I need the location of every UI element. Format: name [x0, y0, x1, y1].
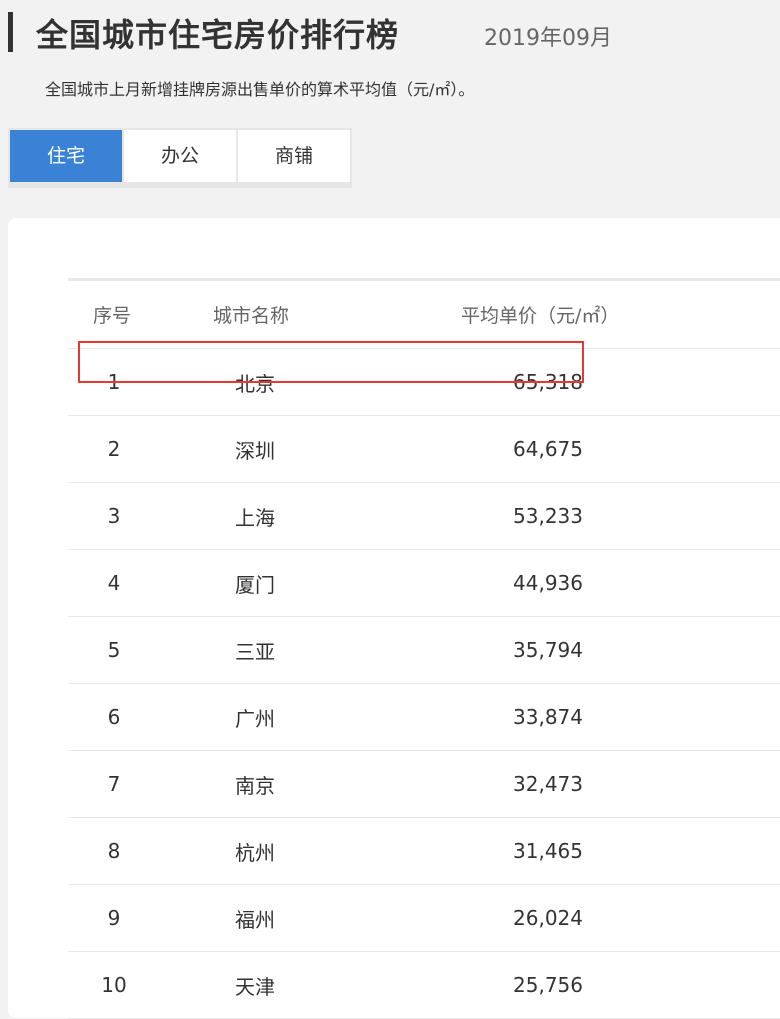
- row-rank: 9: [107, 906, 121, 930]
- table-row: 6 广州 33,874: [68, 684, 780, 751]
- row-rank: 2: [107, 437, 121, 461]
- row-rank: 3: [107, 504, 121, 528]
- row-price: 64,675: [513, 437, 583, 461]
- page-header: 全国城市住宅房价排行榜 2019年09月: [0, 0, 780, 66]
- row-price: 35,794: [513, 638, 583, 662]
- table-row: 2 深圳 64,675: [68, 416, 780, 483]
- row-city: 天津: [235, 974, 275, 999]
- row-price: 65,318: [513, 370, 583, 394]
- row-price: 33,874: [513, 705, 583, 729]
- table-row: 3 上海 53,233: [68, 483, 780, 550]
- row-price: 32,473: [513, 772, 583, 796]
- row-price: 25,756: [513, 973, 583, 997]
- tab-residential[interactable]: 住宅: [10, 130, 122, 182]
- row-price: 44,936: [513, 571, 583, 595]
- row-city: 南京: [235, 773, 275, 798]
- title-accent-bar: [8, 12, 13, 52]
- table-row: 8 杭州 31,465: [68, 818, 780, 885]
- row-city: 广州: [235, 706, 275, 731]
- table-body: 1 北京 65,318 2 深圳 64,675 3 上海 53,233 4 厦门 44,936 5 三亚 3…: [68, 349, 780, 1019]
- header-rank: 序号: [93, 305, 132, 327]
- table-row: 10 天津 25,756: [68, 952, 780, 1019]
- row-rank: 1: [107, 370, 121, 394]
- tab-shop[interactable]: 商铺: [238, 130, 350, 182]
- row-city: 厦门: [235, 572, 275, 597]
- header-city: 城市名称: [213, 305, 290, 327]
- row-city: 上海: [235, 505, 275, 530]
- row-rank: 8: [107, 839, 121, 863]
- row-rank: 6: [107, 705, 121, 729]
- header-price: 平均单价（元/㎡）: [461, 305, 620, 327]
- category-tabs: 住宅 办公 商铺: [8, 128, 352, 188]
- row-city: 深圳: [235, 438, 275, 463]
- report-date: 2019年09月: [484, 26, 612, 51]
- page-title: 全国城市住宅房价排行榜: [36, 16, 400, 54]
- row-price: 31,465: [513, 839, 583, 863]
- page-subtitle: 全国城市上月新增挂牌房源出售单价的算术平均值（元/㎡）。: [45, 80, 475, 99]
- row-rank: 5: [107, 638, 121, 662]
- row-rank: 10: [101, 973, 127, 997]
- row-city: 福州: [235, 907, 275, 932]
- table-row: 9 福州 26,024: [68, 885, 780, 952]
- tab-office[interactable]: 办公: [124, 130, 236, 182]
- row-price: 53,233: [513, 504, 583, 528]
- row-city: 北京: [235, 371, 275, 396]
- ranking-table: 序号 城市名称 平均单价（元/㎡） 1 北京 65,318 2 深圳 64,675 3 上海 5…: [68, 278, 780, 1019]
- table-row: 7 南京 32,473: [68, 751, 780, 818]
- row-price: 26,024: [513, 906, 583, 930]
- row-rank: 7: [107, 772, 121, 796]
- row-city: 三亚: [235, 639, 275, 664]
- table-header: 序号 城市名称 平均单价（元/㎡）: [68, 278, 780, 349]
- table-row: 5 三亚 35,794: [68, 617, 780, 684]
- row-rank: 4: [107, 571, 121, 595]
- ranking-panel: 序号 城市名称 平均单价（元/㎡） 1 北京 65,318 2 深圳 64,675 3 上海 5…: [8, 218, 780, 1019]
- table-row: 4 厦门 44,936: [68, 550, 780, 617]
- table-row: 1 北京 65,318: [68, 349, 780, 416]
- row-city: 杭州: [235, 840, 275, 865]
